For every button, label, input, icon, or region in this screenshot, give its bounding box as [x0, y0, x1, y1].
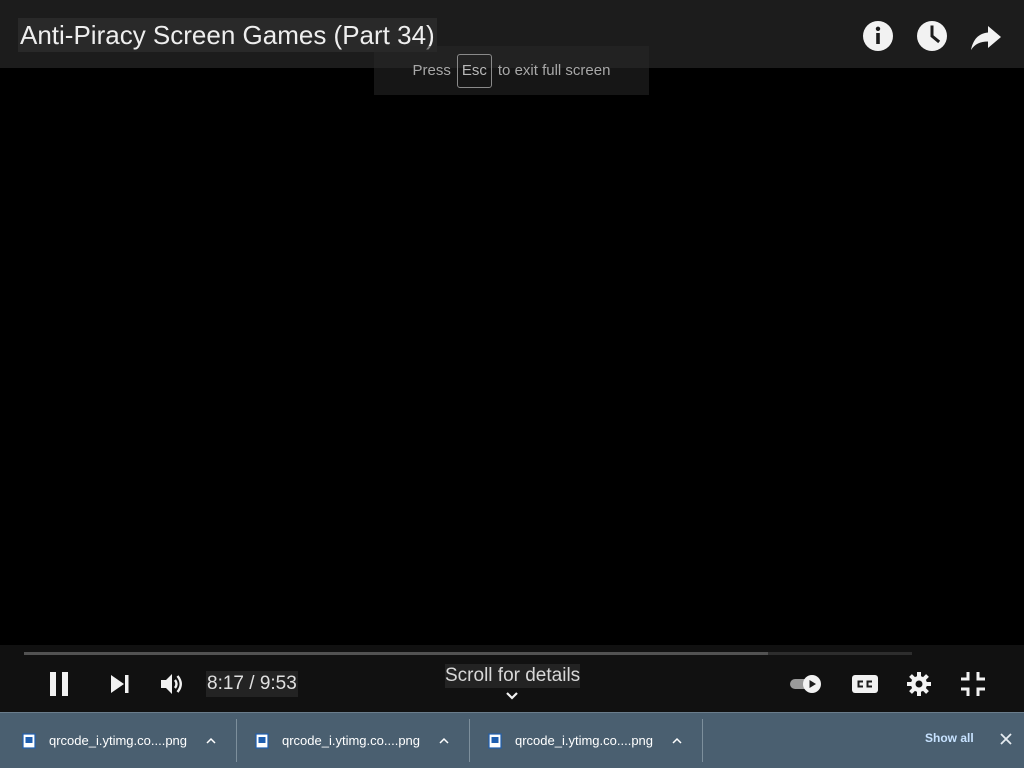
exit-fullscreen-notice: Press Esc to exit full screen — [374, 46, 649, 95]
download-filename: qrcode_i.ytimg.co....png — [49, 733, 188, 748]
next-button[interactable] — [103, 667, 137, 701]
chevron-down-icon[interactable] — [503, 688, 521, 704]
volume-button[interactable] — [155, 667, 189, 701]
watch-later-icon[interactable] — [914, 18, 950, 54]
captions-button[interactable] — [848, 667, 882, 701]
settings-button[interactable] — [902, 667, 936, 701]
esc-key-badge: Esc — [456, 53, 492, 88]
video-player[interactable]: Anti-Piracy Screen Games (Part 34) Press… — [0, 0, 1024, 712]
gear-icon — [907, 672, 931, 696]
close-icon[interactable] — [998, 731, 1014, 747]
captions-icon — [852, 675, 878, 693]
notice-press-text: Press — [412, 62, 451, 79]
download-item[interactable]: qrcode_i.ytimg.co....png — [0, 713, 233, 768]
download-filename: qrcode_i.ytimg.co....png — [515, 733, 654, 748]
image-file-icon — [22, 732, 36, 749]
download-item[interactable]: qrcode_i.ytimg.co....png — [466, 713, 699, 768]
download-divider — [702, 719, 703, 762]
notice-suffix-text: to exit full screen — [497, 62, 611, 79]
next-icon — [111, 675, 129, 693]
chevron-up-icon[interactable] — [671, 736, 683, 746]
exit-fullscreen-button[interactable] — [956, 667, 990, 701]
progress-played — [24, 652, 769, 655]
pause-button[interactable] — [42, 667, 76, 701]
image-file-icon — [488, 732, 502, 749]
download-shelf: qrcode_i.ytimg.co....png qrcode_i.ytimg.… — [0, 712, 1024, 768]
info-icon[interactable] — [860, 18, 896, 54]
progress-bar[interactable] — [24, 652, 912, 655]
image-file-icon — [255, 732, 269, 749]
time-display: 8:17 / 9:53 — [206, 671, 298, 697]
exit-fullscreen-icon — [961, 672, 985, 696]
share-icon[interactable] — [968, 18, 1004, 54]
download-filename: qrcode_i.ytimg.co....png — [282, 733, 421, 748]
volume-icon — [161, 674, 182, 694]
show-all-downloads-link[interactable]: Show all — [925, 731, 974, 745]
autoplay-toggle-icon — [790, 675, 821, 693]
scroll-for-details[interactable]: Scroll for details — [445, 664, 581, 688]
chevron-up-icon[interactable] — [438, 736, 450, 746]
download-item[interactable]: qrcode_i.ytimg.co....png — [233, 713, 466, 768]
chevron-up-icon[interactable] — [205, 736, 217, 746]
pause-icon — [50, 672, 68, 696]
autoplay-toggle[interactable] — [786, 667, 826, 701]
